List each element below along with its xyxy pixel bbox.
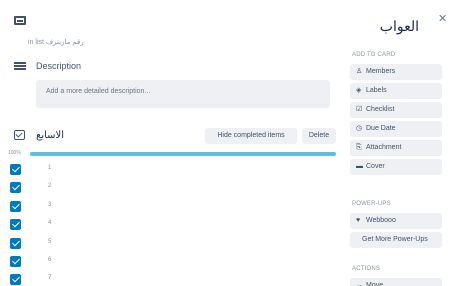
button-label: Checklist (366, 106, 395, 113)
checkbox-checked[interactable] (10, 256, 21, 267)
checklist-progress-bar (30, 152, 336, 156)
checklist-item[interactable]: 4 (10, 219, 330, 233)
checkbox-checked[interactable] (10, 274, 21, 285)
attachment-button[interactable]: ⎘ Attachment (350, 140, 442, 156)
checkbox-checked[interactable] (10, 238, 21, 249)
button-label: Webbooo (366, 217, 396, 224)
hide-completed-button[interactable]: Hide completed items (205, 128, 297, 144)
button-label: Due Date (366, 125, 396, 132)
button-label: Labels (366, 87, 387, 94)
actions-heading: ACTIONS (352, 266, 381, 272)
checklist-button[interactable]: ☑ Checklist (350, 102, 442, 118)
description-label: Description (36, 61, 82, 71)
checklist-item-text[interactable]: 1 (48, 165, 51, 171)
person-icon: ♙ (356, 68, 363, 75)
heart-icon: ♥ (356, 217, 361, 224)
checklist-percent: 100% (8, 150, 21, 156)
checklist-item-text[interactable]: 3 (48, 202, 51, 208)
checkbox-checked[interactable] (10, 219, 21, 230)
checklist-progress-fill (30, 152, 336, 156)
card-title[interactable]: العواب (380, 18, 419, 35)
checklist-item[interactable]: 2 (10, 182, 330, 196)
checklist-item-text[interactable]: 2 (48, 183, 51, 189)
button-label: Move (366, 282, 384, 286)
move-button[interactable]: → Move (350, 278, 442, 286)
checklist-item[interactable]: 6 (10, 256, 330, 270)
checklist-item[interactable]: 5 (10, 238, 330, 252)
labels-button[interactable]: ◈ Labels (350, 83, 442, 99)
close-icon[interactable]: ✕ (438, 12, 447, 25)
checklist-icon (14, 130, 25, 140)
get-more-power-ups-button[interactable]: Get More Power-Ups (350, 232, 442, 248)
checklist-item-text[interactable]: 4 (48, 220, 51, 226)
checklist-item-text[interactable]: 6 (48, 257, 51, 263)
checklist-item[interactable]: 3 (10, 201, 330, 215)
delete-checklist-button[interactable]: Delete (302, 128, 336, 144)
description-input[interactable]: Add a more detailed description... (36, 80, 330, 108)
power-ups-heading: POWER-UPS (352, 201, 391, 207)
members-button[interactable]: ♙ Members (350, 64, 442, 80)
paperclip-icon: ⎘ (356, 144, 362, 151)
checkbox-checked[interactable] (10, 201, 21, 212)
checklist-icon: ☑ (356, 106, 363, 113)
checkbox-checked[interactable] (10, 164, 21, 175)
description-icon (14, 62, 26, 70)
tag-icon: ◈ (356, 87, 362, 94)
checklist-item-text[interactable]: 7 (48, 275, 51, 281)
cover-button[interactable]: ▬ Cover (350, 159, 442, 175)
button-label: Members (366, 68, 396, 75)
checklist-item-text[interactable]: 5 (48, 239, 51, 245)
button-label: Cover (366, 163, 385, 170)
cover-icon: ▬ (356, 163, 363, 170)
button-label: Get More Power-Ups (362, 236, 428, 243)
checklist-item[interactable]: 7 (10, 274, 330, 286)
clock-icon: ◷ (356, 125, 363, 132)
arrow-icon: → (356, 282, 363, 286)
button-label: Attachment (366, 144, 402, 151)
add-to-card-heading: ADD TO CARD (352, 52, 396, 58)
checkbox-checked[interactable] (10, 182, 21, 193)
due-date-button[interactable]: ◷ Due Date (350, 121, 442, 137)
in-list-text: in list رقم ماریترف (28, 39, 84, 46)
checklist-title[interactable]: الاسابع (36, 130, 64, 141)
webbooo-button[interactable]: ♥ Webbooo (350, 213, 442, 229)
card-icon (14, 16, 26, 25)
checklist-item[interactable]: 1 (10, 164, 330, 178)
